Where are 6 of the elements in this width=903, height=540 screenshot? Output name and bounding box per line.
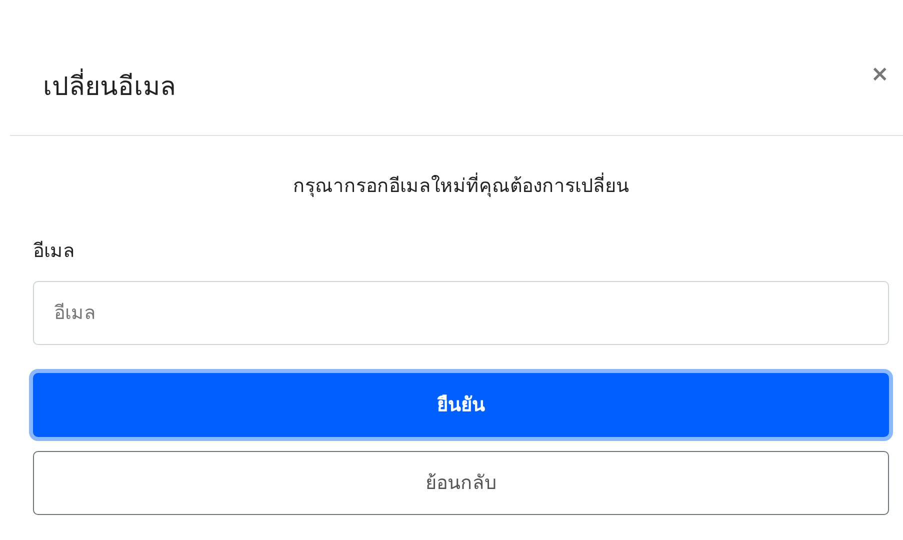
- close-button[interactable]: ×: [870, 64, 889, 86]
- back-button[interactable]: ย้อนกลับ: [33, 451, 889, 515]
- dialog-title: เปลี่ยนอีเมล: [43, 68, 176, 107]
- email-field[interactable]: อีเมล: [33, 281, 889, 345]
- field-label: อีเมล: [33, 240, 75, 262]
- instruction-text: กรุณากรอกอีเมลใหม่ที่คุณต้องการเปลี่ยน: [293, 172, 629, 200]
